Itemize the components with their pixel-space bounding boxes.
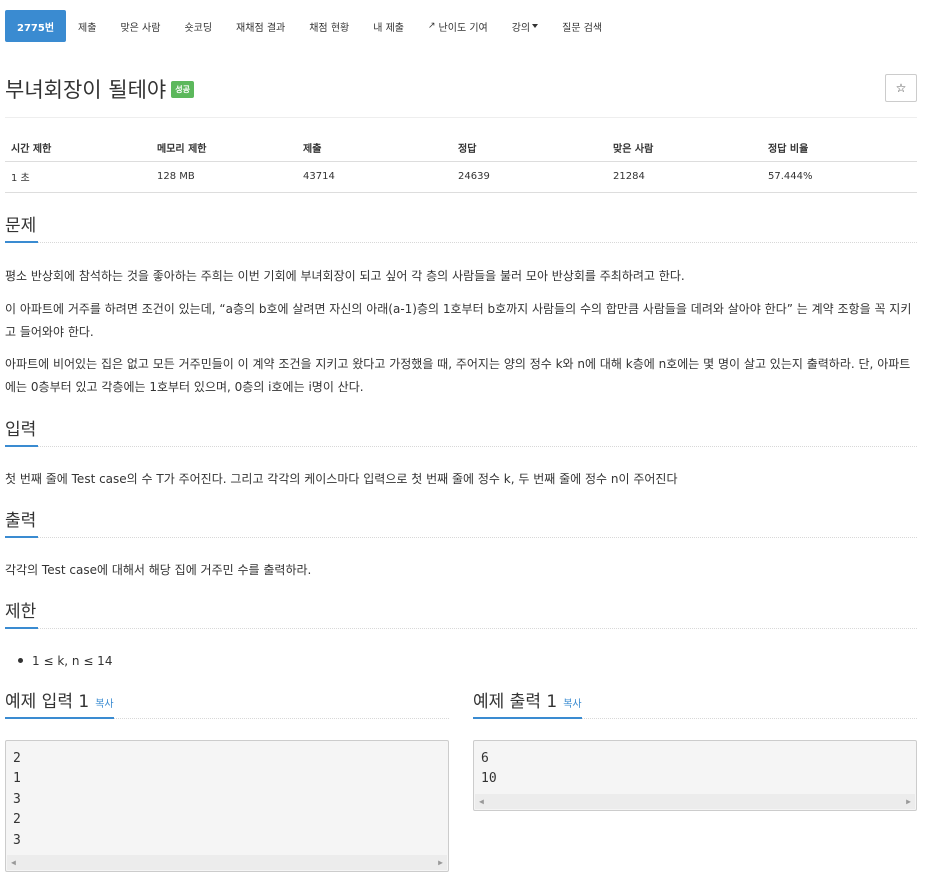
sample-input-box[interactable]: 2 1 3 2 3 ◀ ▶ [5, 740, 449, 872]
output-section: 출력 [5, 508, 917, 538]
limit-section: 제한 [5, 599, 917, 629]
description-paragraph-3: 아파트에 비어있는 집은 없고 모든 거주민들이 이 계약 조건을 지키고 왔다… [5, 357, 911, 394]
table-row: 1 초 128 MB 43714 24639 21284 57.444% [5, 161, 917, 193]
header-time-limit: 시간 제한 [5, 135, 151, 162]
input-description: 첫 번째 줄에 Test case의 수 T가 주어진다. 그리고 각각의 케이… [5, 472, 678, 486]
tab-lecture-dropdown[interactable]: 강의 [500, 10, 550, 42]
sample-input-section: 예제 입력 1 복사 [5, 689, 449, 719]
value-accepted: 24639 [452, 161, 607, 193]
description-paragraph-2: 이 아파트에 거주를 하려면 조건이 있는데, “a층의 b호에 살려면 자신의… [5, 302, 912, 339]
limit-heading: 제한 [5, 599, 39, 629]
scroll-right-icon[interactable]: ▶ [438, 858, 443, 867]
sample-output-title: 예제 출력 1 [473, 692, 558, 712]
description-paragraph-1: 평소 반상회에 참석하는 것을 좋아하는 주희는 이번 기회에 부녀회장이 되고… [5, 269, 685, 283]
tab-problem[interactable]: 2775번 [5, 10, 67, 42]
tab-submit[interactable]: 제출 [66, 10, 108, 42]
tab-lecture-label: 강의 [511, 22, 531, 34]
status-badge: 성공 [171, 80, 194, 98]
value-submissions: 43714 [297, 161, 452, 193]
value-time-limit: 1 초 [5, 161, 151, 193]
sample-input-text: 2 1 3 2 3 [13, 751, 21, 848]
table-header-row: 시간 제한 메모리 제한 제출 정답 맞은 사람 정답 비율 [5, 135, 917, 162]
tab-difficulty-contribute[interactable]: ↗ 난이도 기여 [416, 10, 500, 42]
tab-my-submissions[interactable]: 내 제출 [361, 10, 416, 42]
caret-down-icon [532, 24, 539, 28]
sample-output-heading: 예제 출력 1 복사 [473, 689, 582, 719]
value-accept-ratio: 57.444% [762, 161, 917, 193]
copy-input-link[interactable]: 복사 [95, 699, 113, 710]
tab-accepted-users[interactable]: 맞은 사람 [108, 10, 172, 42]
input-section: 입력 [5, 417, 917, 447]
tab-question-search[interactable]: 질문 검색 [550, 10, 614, 42]
header-accept-ratio: 정답 비율 [762, 135, 917, 162]
tab-judge-status[interactable]: 채점 현황 [297, 10, 361, 42]
header-accepted: 정답 [452, 135, 607, 162]
sample-output-text: 6 10 [481, 751, 497, 787]
sample-output-section: 예제 출력 1 복사 [473, 689, 917, 719]
scroll-left-icon[interactable]: ◀ [479, 797, 484, 806]
list-item: 1 ≤ k, n ≤ 14 [32, 654, 113, 668]
header-accepted-users: 맞은 사람 [607, 135, 762, 162]
sample-input-title: 예제 입력 1 [5, 692, 90, 712]
scroll-left-icon[interactable]: ◀ [11, 858, 16, 867]
problem-nav: 2775번 제출 맞은 사람 숏코딩 재채점 결과 채점 현황 내 제출 ↗ 난… [5, 10, 614, 42]
scroll-right-icon[interactable]: ▶ [906, 797, 911, 806]
problem-info-table: 시간 제한 메모리 제한 제출 정답 맞은 사람 정답 비율 1 초 128 M… [5, 135, 917, 193]
value-memory-limit: 128 MB [151, 161, 297, 193]
sample-input-heading: 예제 입력 1 복사 [5, 689, 114, 719]
value-accepted-users: 21284 [607, 161, 762, 193]
favorite-star-button[interactable]: ☆ [885, 74, 917, 102]
external-link-icon: ↗ [428, 21, 436, 31]
page-title: 부녀회장이 될테야 성공 [5, 74, 194, 104]
problem-header: 부녀회장이 될테야 성공 ☆ [5, 72, 917, 118]
bullet-icon [18, 658, 23, 663]
output-description: 각각의 Test case에 대해서 해당 집에 거주민 수를 출력하라. [5, 563, 312, 577]
horizontal-scrollbar[interactable]: ◀ ▶ [7, 855, 447, 870]
tab-difficulty-contribute-label: 난이도 기여 [438, 22, 488, 34]
header-memory-limit: 메모리 제한 [151, 135, 297, 162]
tab-rejudge-results[interactable]: 재채점 결과 [224, 10, 297, 42]
output-heading: 출력 [5, 508, 39, 538]
tab-short-coding[interactable]: 숏코딩 [172, 10, 224, 42]
horizontal-scrollbar[interactable]: ◀ ▶ [475, 794, 915, 809]
problem-title: 부녀회장이 될테야 [5, 78, 167, 102]
description-section: 문제 [5, 213, 917, 243]
description-heading: 문제 [5, 213, 39, 243]
star-icon: ☆ [895, 81, 907, 95]
copy-output-link[interactable]: 복사 [563, 699, 581, 710]
limit-list: 1 ≤ k, n ≤ 14 [18, 651, 112, 671]
sample-output-box[interactable]: 6 10 ◀ ▶ [473, 740, 917, 811]
input-heading: 입력 [5, 417, 39, 447]
header-submissions: 제출 [297, 135, 452, 162]
